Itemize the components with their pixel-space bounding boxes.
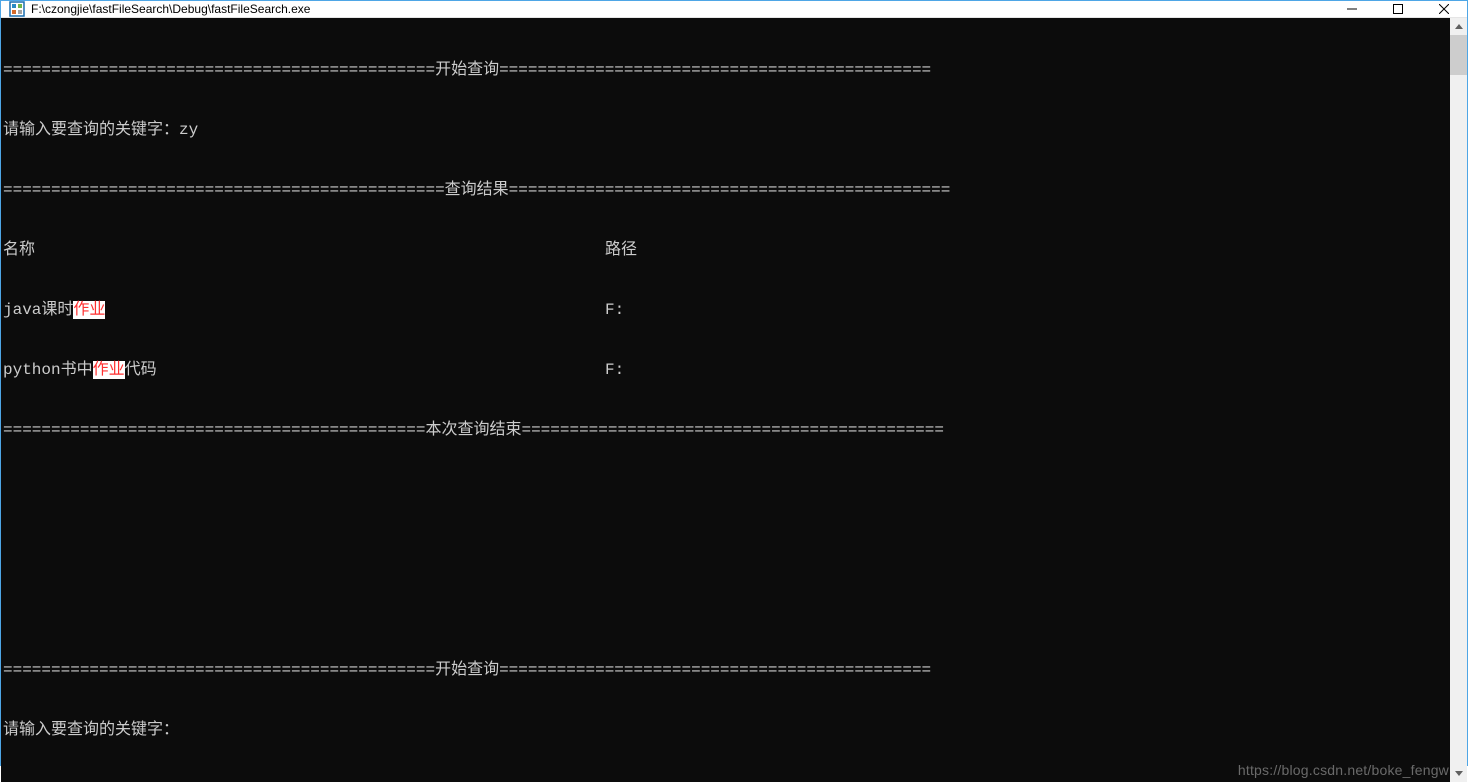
header-name: 名称 bbox=[3, 241, 35, 259]
maximize-button[interactable] bbox=[1375, 1, 1421, 17]
console-output[interactable]: ========================================… bbox=[1, 18, 1450, 782]
blank-line bbox=[3, 480, 1450, 500]
divider-start-2: ========================================… bbox=[3, 660, 1450, 680]
blank-line bbox=[3, 540, 1450, 560]
query-input-1: zy bbox=[179, 121, 198, 139]
divider-results: ========================================… bbox=[3, 180, 1450, 200]
header-path: 路径 bbox=[605, 240, 637, 260]
minimize-button[interactable] bbox=[1329, 1, 1375, 17]
blank-line bbox=[3, 600, 1450, 620]
scroll-down-button[interactable] bbox=[1450, 765, 1467, 782]
scroll-up-button[interactable] bbox=[1450, 18, 1467, 35]
close-button[interactable] bbox=[1421, 1, 1467, 17]
result-name-prefix: python书中 bbox=[3, 361, 93, 379]
result-name-suffix: 代码 bbox=[125, 361, 157, 379]
divider-end: ========================================… bbox=[3, 420, 1450, 440]
vertical-scrollbar[interactable] bbox=[1450, 18, 1467, 782]
app-icon bbox=[9, 1, 25, 17]
results-header: 名称 路径 bbox=[3, 240, 1450, 260]
console-area: ========================================… bbox=[1, 18, 1467, 782]
prompt-line-1: 请输入要查询的关键字：zy bbox=[3, 120, 1450, 140]
result-name-highlight: 作业 bbox=[93, 361, 125, 379]
result-name-prefix: java课时 bbox=[3, 301, 73, 319]
app-window: F:\czongjie\fastFileSearch\Debug\fastFil… bbox=[0, 0, 1468, 766]
titlebar: F:\czongjie\fastFileSearch\Debug\fastFil… bbox=[1, 1, 1467, 18]
prompt-label: 请输入要查询的关键字： bbox=[3, 121, 179, 139]
prompt-label: 请输入要查询的关键字： bbox=[3, 721, 179, 739]
result-row: java课时作业 F: bbox=[3, 300, 1450, 320]
result-path: F: bbox=[605, 300, 624, 320]
scroll-track[interactable] bbox=[1450, 35, 1467, 765]
divider-start: ========================================… bbox=[3, 60, 1450, 80]
result-path: F: bbox=[605, 360, 624, 380]
window-title: F:\czongjie\fastFileSearch\Debug\fastFil… bbox=[31, 2, 1329, 16]
prompt-line-2: 请输入要查询的关键字： bbox=[3, 720, 1450, 740]
result-name-highlight: 作业 bbox=[73, 301, 105, 319]
result-row: python书中作业代码 F: bbox=[3, 360, 1450, 380]
scroll-thumb[interactable] bbox=[1450, 35, 1467, 75]
window-controls bbox=[1329, 1, 1467, 17]
